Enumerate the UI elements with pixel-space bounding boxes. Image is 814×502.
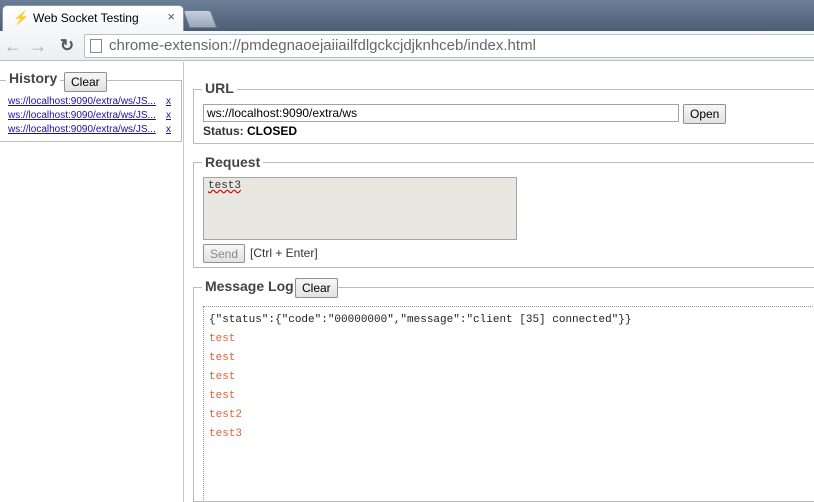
message-log-clear-button[interactable]: Clear	[295, 278, 338, 298]
new-tab-button[interactable]	[182, 10, 218, 28]
history-remove-link[interactable]: x	[166, 96, 171, 107]
send-shortcut-hint: [Ctrl + Enter]	[250, 246, 318, 260]
send-button[interactable]: Send	[203, 244, 246, 263]
log-line: test2	[209, 409, 243, 421]
tab-web-socket-testing[interactable]: ⚡ Web Socket Testing ×	[2, 5, 184, 32]
request-text: test3	[208, 180, 242, 192]
message-log: {"status":{"code":"00000000","message":"…	[203, 306, 814, 502]
history-link[interactable]: ws://localhost:9090/extra/ws/JS...	[8, 96, 156, 107]
history-link[interactable]: ws://localhost:9090/extra/ws/JS...	[8, 110, 156, 121]
page-content: History Clear ws://localhost:9090/extra/…	[0, 62, 814, 502]
browser-toolbar: ← → ↻ chrome-extension://pmdegnaoejaiiai…	[0, 31, 814, 61]
close-tab-icon[interactable]: ×	[167, 9, 175, 24]
log-line: test	[209, 390, 236, 402]
tab-strip: ⚡ Web Socket Testing ×	[0, 0, 814, 32]
history-remove-link[interactable]: x	[166, 110, 171, 121]
open-button[interactable]: Open	[683, 104, 727, 124]
history-remove-link[interactable]: x	[166, 124, 171, 135]
log-line: test3	[209, 428, 243, 440]
history-clear-button[interactable]: Clear	[64, 72, 107, 92]
websocket-icon: ⚡	[13, 10, 30, 25]
log-line: {"status":{"code":"00000000","message":"…	[209, 314, 632, 326]
connection-status: Status: CLOSED	[203, 124, 297, 138]
history-list: ws://localhost:9090/extra/ws/JS... x ws:…	[8, 96, 178, 138]
url-input[interactable]	[203, 104, 679, 122]
status-label: Status:	[203, 124, 244, 138]
url-legend: URL	[202, 80, 237, 96]
page-icon	[90, 39, 102, 53]
forward-arrow-icon[interactable]: →	[28, 36, 48, 56]
request-legend: Request	[202, 154, 264, 170]
history-legend: History	[6, 70, 61, 86]
log-line: test	[209, 333, 236, 345]
status-value: CLOSED	[247, 124, 298, 138]
request-textarea[interactable]: test3	[203, 177, 517, 240]
log-line: test	[209, 371, 236, 383]
history-item: ws://localhost:9090/extra/ws/JS... x	[8, 96, 178, 110]
history-link[interactable]: ws://localhost:9090/extra/ws/JS...	[8, 124, 156, 135]
address-url[interactable]: chrome-extension://pmdegnaoejaiiailfdlgc…	[109, 37, 536, 54]
history-item: ws://localhost:9090/extra/ws/JS... x	[8, 110, 178, 124]
address-bar[interactable]: chrome-extension://pmdegnaoejaiiailfdlgc…	[84, 34, 814, 58]
tab-title: Web Socket Testing	[33, 11, 139, 25]
back-arrow-icon[interactable]: ←	[3, 36, 23, 56]
log-line: test	[209, 352, 236, 364]
history-item: ws://localhost:9090/extra/ws/JS... x	[8, 124, 178, 138]
message-log-legend: Message Log	[202, 278, 297, 294]
history-pane: History Clear ws://localhost:9090/extra/…	[0, 62, 184, 502]
reload-icon[interactable]: ↻	[57, 36, 77, 56]
